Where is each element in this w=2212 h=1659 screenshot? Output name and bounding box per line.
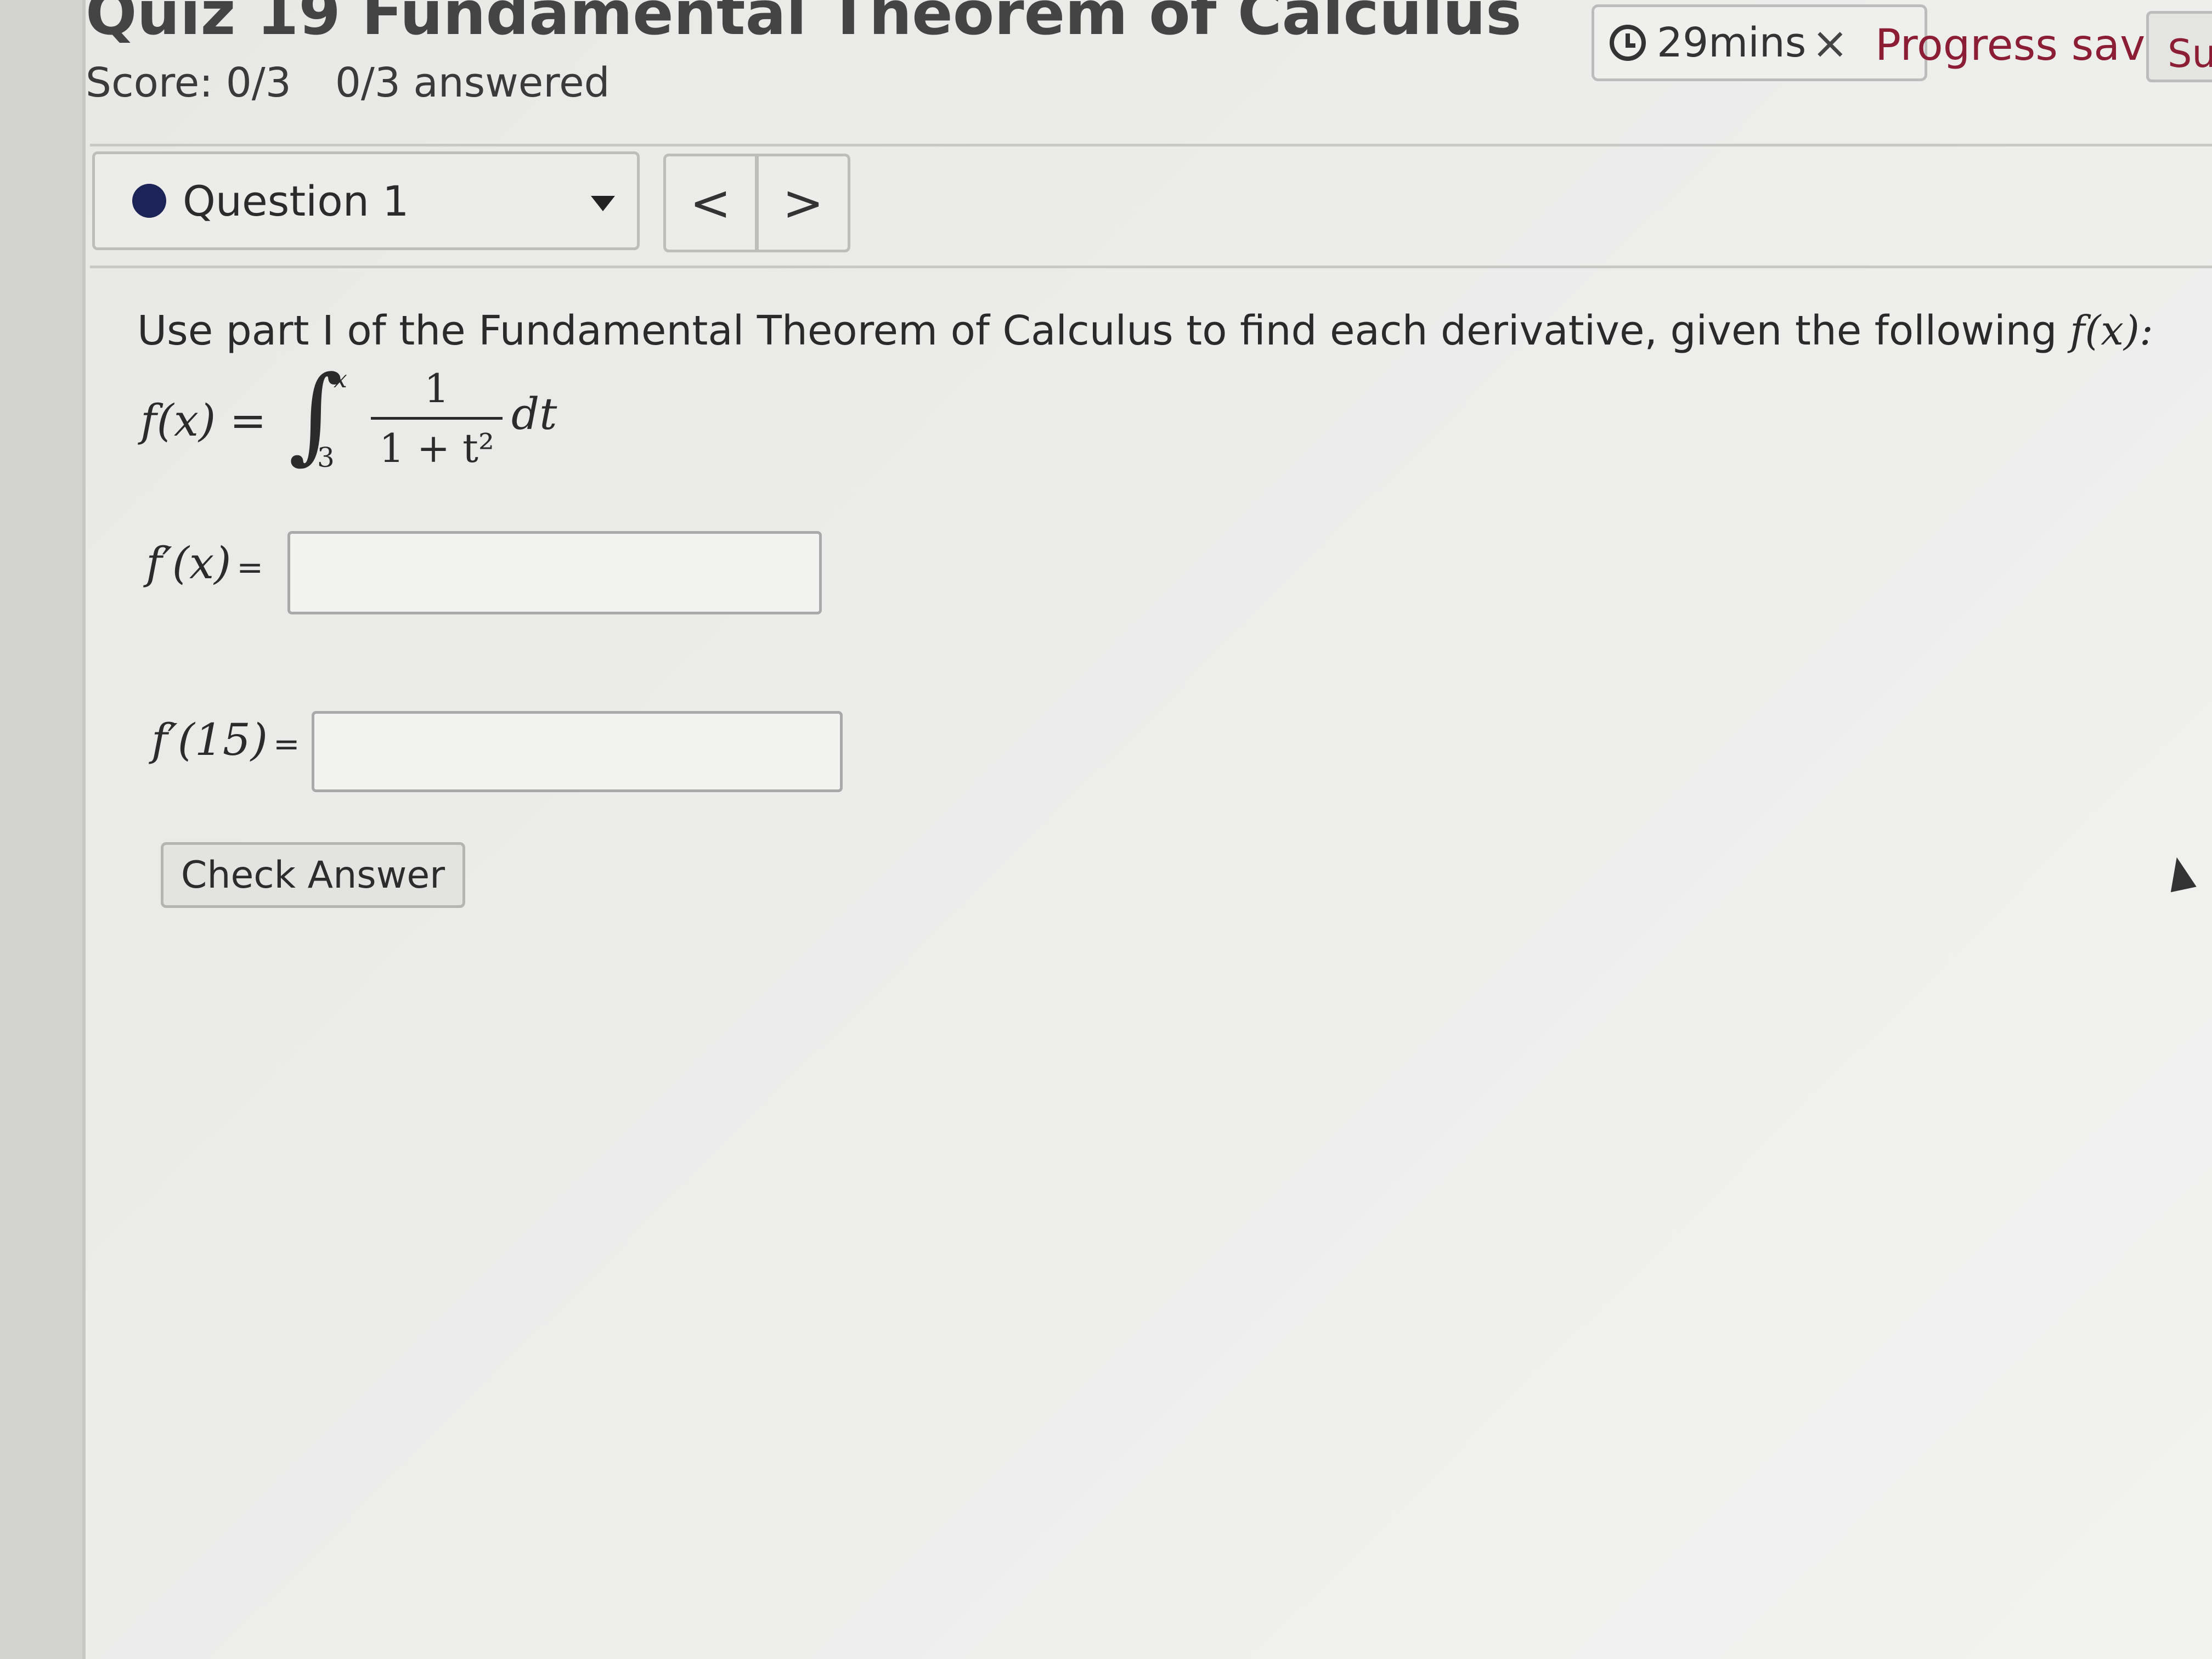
previous-question-button[interactable]: < xyxy=(663,154,758,252)
question-prompt: Use part I of the Fundamental Theorem of… xyxy=(137,307,2153,354)
next-question-button[interactable]: > xyxy=(756,154,850,252)
quiz-page: Quiz 19 Fundamental Theorem of Calculus … xyxy=(86,0,2212,1659)
equals-sign: = xyxy=(229,395,267,446)
divider xyxy=(90,266,2212,268)
integrand-fraction: 1 1 + t² xyxy=(371,362,503,475)
submit-button[interactable]: Su xyxy=(2146,11,2212,82)
equals-sign: = xyxy=(236,549,263,586)
fraction-bar xyxy=(371,417,503,420)
clock-icon xyxy=(1610,25,1646,61)
answer-label-derivative: f′(x) = xyxy=(146,538,263,589)
function-lhs: f(x) = xyxy=(140,395,267,446)
divider xyxy=(90,144,2212,146)
caret-down-icon xyxy=(591,196,615,211)
check-answer-button[interactable]: Check Answer xyxy=(161,842,465,908)
screen-left-bezel xyxy=(0,0,86,1659)
function-definition: f(x) = ∫ x 3 1 1 + t² dt xyxy=(140,362,689,488)
answer-label-derivative-at-15: f′(15) = xyxy=(151,714,300,765)
question-status-dot xyxy=(132,184,166,218)
prompt-text: Use part I of the Fundamental Theorem of… xyxy=(137,307,2057,354)
derivative-answer-input[interactable] xyxy=(287,531,822,614)
score-line: Score: 0/3 0/3 answered xyxy=(86,59,610,106)
lower-limit: 3 xyxy=(317,442,335,473)
quiz-title: Quiz 19 Fundamental Theorem of Calculus xyxy=(86,0,1522,48)
fx-name: f(x) xyxy=(140,395,216,446)
close-icon[interactable]: × xyxy=(1812,18,1848,69)
numerator: 1 xyxy=(424,365,449,411)
timer-text: 29mins xyxy=(1657,19,1807,66)
answered-text: 0/3 answered xyxy=(335,59,610,106)
question-label: Question 1 xyxy=(183,176,409,225)
prompt-math: f(x): xyxy=(2070,307,2153,354)
derivative-label: f′(x) xyxy=(146,538,232,589)
equals-sign: = xyxy=(273,725,300,763)
question-selector[interactable]: Question 1 xyxy=(92,151,640,250)
upper-limit: x xyxy=(334,365,347,393)
score-text: Score: 0/3 xyxy=(86,59,291,106)
derivative-at-15-label: f′(15) xyxy=(151,714,268,765)
mouse-cursor-icon xyxy=(2164,854,2197,893)
denominator: 1 + t² xyxy=(379,425,494,471)
differential: dt xyxy=(511,388,557,439)
derivative-at-15-answer-input[interactable] xyxy=(312,711,843,792)
